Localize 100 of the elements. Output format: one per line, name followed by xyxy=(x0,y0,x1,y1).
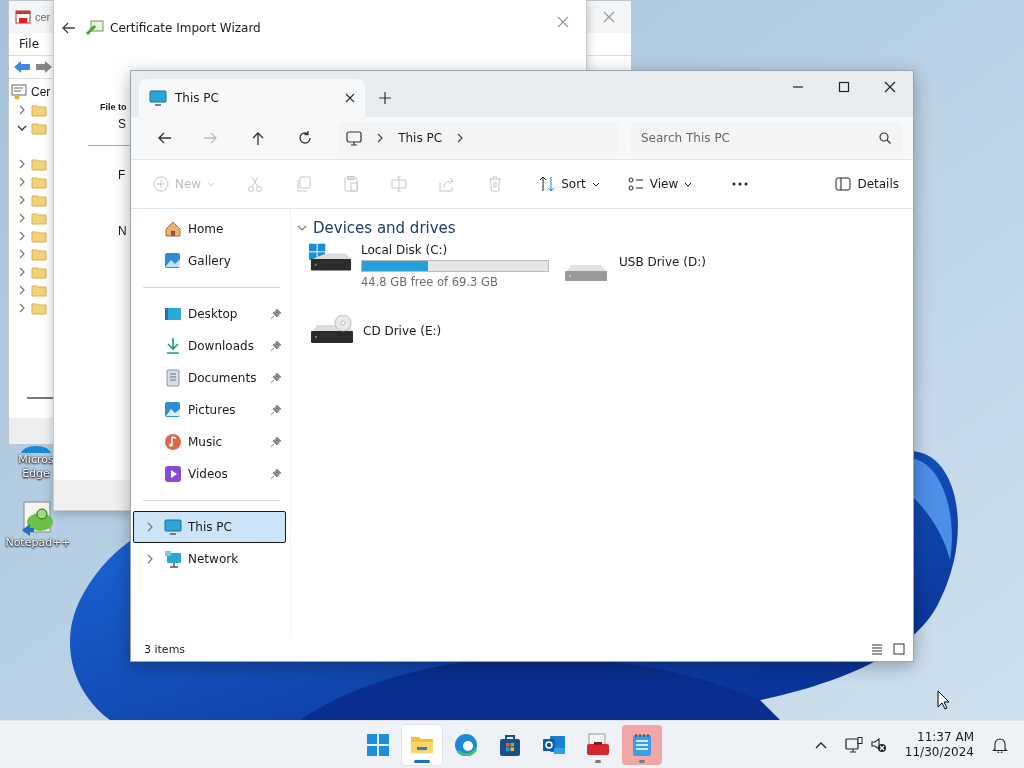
close-icon[interactable] xyxy=(345,93,355,103)
sidebar-item[interactable]: This PC xyxy=(133,511,286,543)
pictures-icon xyxy=(164,401,182,419)
drive-tile[interactable]: Local Disk (C:) 44.8 GB free of 69.3 GB xyxy=(297,241,553,293)
grid-logo-icon xyxy=(366,732,390,757)
details-view-icon[interactable] xyxy=(871,643,883,655)
folder-icon xyxy=(31,265,47,279)
taskbar-button[interactable] xyxy=(402,724,442,765)
sidebar-item[interactable]: Videos xyxy=(133,458,286,490)
collapsed-chevron-icon[interactable] xyxy=(17,195,27,205)
folder-icon xyxy=(31,301,47,315)
icon-label: Micros Edge xyxy=(18,453,54,481)
folder-icon xyxy=(31,211,47,225)
certificate-icon xyxy=(86,20,104,36)
details-pane-icon xyxy=(835,177,852,191)
sidebar-item[interactable]: Home xyxy=(133,213,286,245)
up-arrow-icon[interactable] xyxy=(250,131,265,145)
dialog-text: S xyxy=(118,117,126,131)
drive-tile[interactable]: USB Drive (D:) xyxy=(553,241,809,293)
collapsed-chevron-icon[interactable] xyxy=(17,231,27,241)
folder-icon xyxy=(31,283,47,297)
monitor-icon xyxy=(346,130,363,146)
expanded-chevron-icon[interactable] xyxy=(17,123,27,133)
search-icon xyxy=(879,132,891,144)
dropdown-caret-icon xyxy=(591,181,600,187)
plus-circle-icon xyxy=(153,176,169,192)
folder-icon xyxy=(31,157,47,171)
breadcrumb[interactable]: This PC xyxy=(398,131,443,145)
window-tab[interactable]: This PC xyxy=(139,79,365,117)
chevron-icon[interactable] xyxy=(376,133,385,143)
collapsed-chevron-icon[interactable] xyxy=(17,303,27,313)
toolbox-icon xyxy=(586,732,610,757)
collapsed-chevron-icon[interactable] xyxy=(17,267,27,277)
dropdown-caret-icon xyxy=(684,181,693,187)
monitor-icon xyxy=(149,90,167,106)
chevron-icon[interactable] xyxy=(146,554,154,564)
notepad-icon[interactable] xyxy=(20,500,56,536)
address-bar[interactable]: This PC xyxy=(338,122,619,154)
music-icon xyxy=(164,433,182,451)
video-icon xyxy=(164,465,182,483)
network-monitor-icon[interactable] xyxy=(844,736,863,753)
search-field[interactable]: Search This PC xyxy=(631,122,903,154)
dialog-title: Certificate Import Wizard xyxy=(110,21,261,35)
section-header[interactable]: Devices and drives xyxy=(297,217,913,239)
item-count: 3 items xyxy=(144,642,186,656)
collapsed-chevron-icon[interactable] xyxy=(17,177,27,187)
collapsed-chevron-icon[interactable] xyxy=(17,285,27,295)
sidebar-item[interactable]: Network xyxy=(133,543,286,575)
maximize-icon[interactable] xyxy=(838,81,850,93)
menu-item[interactable]: File xyxy=(19,37,40,51)
home-icon xyxy=(164,220,182,238)
pin-icon xyxy=(270,436,282,448)
folder-icon xyxy=(31,193,47,207)
pin-icon xyxy=(270,308,282,320)
close-icon[interactable] xyxy=(884,81,896,93)
collapsed-chevron-icon[interactable] xyxy=(17,213,27,223)
sidebar-item[interactable]: Music xyxy=(133,426,286,458)
drive-name: USB Drive (D:) xyxy=(619,255,706,269)
sidebar-item[interactable]: Downloads xyxy=(133,330,286,362)
section-heading: File to xyxy=(100,102,127,112)
drive-capacity: 44.8 GB free of 69.3 GB xyxy=(361,275,499,289)
taskbar-button[interactable] xyxy=(622,724,662,765)
shopping-bag-icon xyxy=(498,732,522,757)
drive-tile[interactable]: CD Drive (E:) xyxy=(297,305,553,357)
sidebar-item[interactable]: Gallery xyxy=(133,245,286,277)
chevron-up-icon[interactable] xyxy=(814,740,827,749)
browser-icon xyxy=(454,732,478,757)
pin-icon xyxy=(270,468,282,480)
network-icon xyxy=(164,550,182,568)
browser-icon[interactable] xyxy=(21,446,51,453)
sort-button[interactable]: Sort xyxy=(533,168,606,200)
pin-icon xyxy=(270,340,282,352)
collapsed-chevron-icon[interactable] xyxy=(17,105,27,115)
plus-icon[interactable] xyxy=(379,92,391,104)
certificate-app-icon xyxy=(15,9,31,25)
tree-item[interactable]: Cer xyxy=(31,85,51,99)
collapsed-chevron-icon[interactable] xyxy=(17,159,27,169)
view-button[interactable]: View xyxy=(621,168,699,200)
sidebar-item[interactable]: Documents xyxy=(133,362,286,394)
expanded-chevron-icon xyxy=(297,224,307,232)
tiles-view-icon[interactable] xyxy=(893,643,905,655)
forward-arrow-icon[interactable] xyxy=(35,60,53,74)
details-button[interactable]: Details xyxy=(829,168,905,200)
back-arrow-icon[interactable] xyxy=(62,22,76,34)
pin-icon xyxy=(270,404,282,416)
sidebar-item[interactable]: Pictures xyxy=(133,394,286,426)
refresh-icon[interactable] xyxy=(297,131,312,145)
dialog-text: N xyxy=(118,224,127,238)
back-arrow-icon[interactable] xyxy=(157,131,172,145)
dropdown-caret-icon xyxy=(207,181,216,187)
chevron-icon[interactable] xyxy=(456,133,465,143)
sidebar-item[interactable]: Desktop xyxy=(133,298,286,330)
document-icon xyxy=(164,369,182,387)
speaker-muted-icon[interactable] xyxy=(870,736,887,753)
bell-icon[interactable] xyxy=(992,736,1008,753)
pin-icon xyxy=(270,372,282,384)
folder-icon xyxy=(31,121,47,135)
clock[interactable]: 11:37 AM 11/30/2024 xyxy=(900,729,978,760)
drive-name: Local Disk (C:) xyxy=(361,243,449,257)
collapsed-chevron-icon[interactable] xyxy=(17,249,27,259)
